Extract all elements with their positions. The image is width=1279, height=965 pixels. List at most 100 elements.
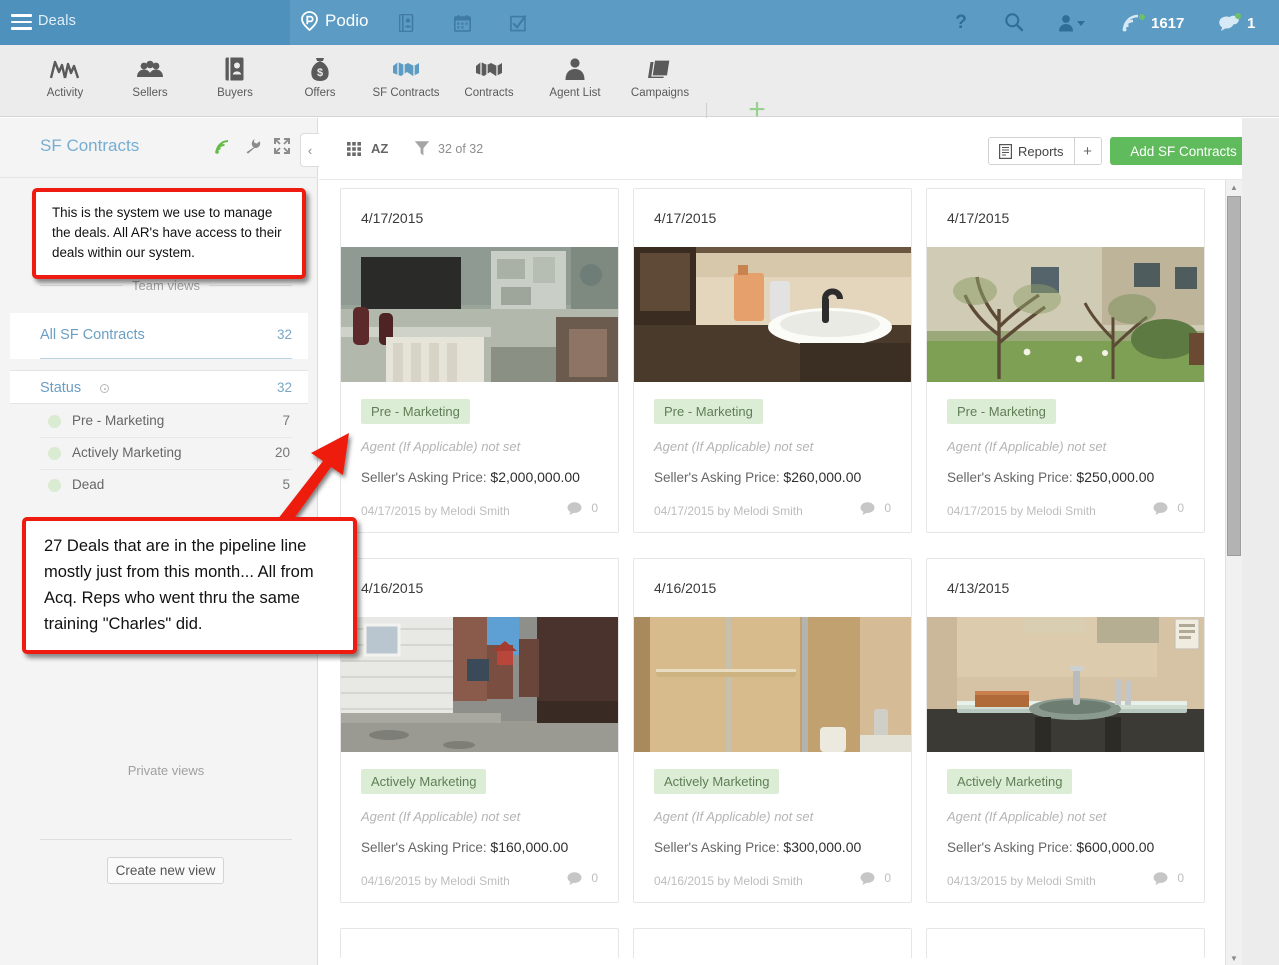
price-value: $600,000.00 xyxy=(1076,839,1155,855)
card-footer: 04/16/2015 by Melodi Smith 0 xyxy=(341,871,618,902)
status-badge: Actively Marketing xyxy=(654,769,780,794)
price-label: Seller's Asking Price: xyxy=(361,840,487,855)
card-meta: 04/16/2015 by Melodi Smith xyxy=(654,874,803,888)
workspace-title: Deals xyxy=(38,13,77,29)
stream-notifications[interactable]: 1617 xyxy=(1122,11,1184,35)
rss-feed-icon[interactable] xyxy=(215,139,231,159)
comment-count-group[interactable]: 0 xyxy=(567,871,598,885)
comment-count-group[interactable]: 0 xyxy=(1153,871,1184,885)
record-card[interactable] xyxy=(633,928,912,958)
comment-count-group[interactable]: 0 xyxy=(860,871,891,885)
card-meta: 04/17/2015 by Melodi Smith xyxy=(361,504,510,518)
record-card[interactable] xyxy=(340,928,619,958)
record-card[interactable]: 4/13/2015 Actively Marketing Agent (If A… xyxy=(926,558,1205,903)
scrollbar-thumb[interactable] xyxy=(1227,196,1241,556)
comment-count-group[interactable]: 0 xyxy=(860,501,891,515)
record-card[interactable]: 4/17/2015 Pre - Marketing Agent (If Appl… xyxy=(633,188,912,533)
svg-text:$: $ xyxy=(317,67,323,79)
card-meta: 04/13/2015 by Melodi Smith xyxy=(947,874,1096,888)
wrench-icon[interactable] xyxy=(244,138,261,159)
price-value: $300,000.00 xyxy=(783,839,862,855)
comment-bubble-icon xyxy=(567,871,582,885)
status-count: 7 xyxy=(282,413,290,428)
sidebar-item-dead[interactable]: Dead 5 xyxy=(40,470,292,502)
card-footer: 04/13/2015 by Melodi Smith 0 xyxy=(927,871,1204,902)
sidebar-app-title[interactable]: SF Contracts xyxy=(40,136,139,156)
app-item-contracts[interactable]: Contracts xyxy=(453,52,525,112)
stream-signal-icon xyxy=(1122,14,1145,32)
comment-count-group[interactable]: 0 xyxy=(1153,501,1184,515)
record-card[interactable]: 4/16/2015 Actively Marketing Agent (If A… xyxy=(633,558,912,903)
record-card[interactable]: 4/16/2015 Actively Marketing Agent (If A… xyxy=(340,558,619,903)
app-item-activity[interactable]: Activity xyxy=(29,52,101,112)
card-header: 4/17/2015 xyxy=(634,189,911,247)
sidebar-item-pre-marketing[interactable]: Pre - Marketing 7 xyxy=(40,406,292,438)
record-card[interactable]: 4/17/2015 Pre - Marketing Agent (If Appl… xyxy=(340,188,619,533)
podio-mark-icon xyxy=(301,11,318,31)
private-views-label: Private views xyxy=(127,763,205,778)
reports-label: Reports xyxy=(1018,143,1064,159)
podio-wordmark: Podio xyxy=(325,11,369,30)
card-thumbnail-bathroom-sink[interactable] xyxy=(634,247,911,382)
sidebar-item-all-sf-contracts[interactable]: All SF Contracts 32 xyxy=(10,313,308,359)
app-item-label: Sellers xyxy=(132,87,168,99)
record-card[interactable] xyxy=(926,928,1205,958)
app-item-campaigns[interactable]: Campaigns xyxy=(624,52,696,112)
annotation-pipeline-note: 27 Deals that are in the pipeline line m… xyxy=(22,517,357,654)
record-card[interactable]: 4/17/2015 Pre - Marketing Agent (If Appl… xyxy=(926,188,1205,533)
card-header: 4/13/2015 xyxy=(927,559,1204,617)
record-count-label[interactable]: 32 of 32 xyxy=(438,142,483,156)
app-navigation-bar: Activity Sellers Buyers $ Offers SF Cont… xyxy=(0,45,1279,149)
scroll-up-arrow-icon[interactable]: ▲ xyxy=(1226,180,1242,194)
app-item-sf-contracts[interactable]: SF Contracts xyxy=(362,52,450,112)
sort-az-button[interactable]: AZ xyxy=(371,141,388,156)
comment-count-group[interactable]: 0 xyxy=(567,501,598,515)
sidebar-divider xyxy=(40,839,292,840)
card-thumbnail-shower-door[interactable] xyxy=(634,617,911,752)
content-scrollbar[interactable]: ▲ ▼ xyxy=(1225,180,1242,965)
card-thumbnail-interior-dining-room[interactable] xyxy=(341,247,618,382)
scroll-down-arrow-icon[interactable]: ▼ xyxy=(1226,951,1242,965)
price-field: Seller's Asking Price: $160,000.00 xyxy=(361,839,598,855)
status-dot-icon xyxy=(48,479,61,492)
user-menu-icon[interactable] xyxy=(1058,12,1085,34)
app-item-agent-list[interactable]: Agent List xyxy=(539,52,611,112)
contacts-icon[interactable] xyxy=(393,12,419,34)
chat-notifications[interactable]: 1 xyxy=(1218,11,1255,35)
search-icon[interactable] xyxy=(1004,12,1028,34)
card-thumbnail-glass-vessel-sink[interactable] xyxy=(927,617,1204,752)
app-item-sellers[interactable]: Sellers xyxy=(114,52,186,112)
app-item-buyers[interactable]: Buyers xyxy=(199,52,271,112)
calendar-icon[interactable] xyxy=(449,12,475,34)
app-item-label: Buyers xyxy=(217,87,253,99)
expand-fullscreen-icon[interactable] xyxy=(274,138,290,159)
status-count: 5 xyxy=(282,477,290,492)
price-field: Seller's Asking Price: $600,000.00 xyxy=(947,839,1184,855)
reports-button[interactable]: Reports xyxy=(989,138,1075,164)
sellers-group-icon xyxy=(114,52,186,86)
collapse-sidebar-button[interactable]: ‹ xyxy=(300,133,319,167)
team-views-divider: Team views xyxy=(40,278,293,293)
create-new-view-button[interactable]: Create new view xyxy=(107,857,224,884)
app-item-offers[interactable]: $ Offers xyxy=(284,52,356,112)
podio-logo[interactable]: Podio xyxy=(300,11,368,31)
add-sf-contracts-button[interactable]: Add SF Contracts xyxy=(1110,137,1257,165)
add-report-button[interactable]: + xyxy=(1074,138,1101,164)
sidebar-item-actively-marketing[interactable]: Actively Marketing 20 xyxy=(40,438,292,470)
card-thumbnail-alley-driveway[interactable] xyxy=(341,617,618,752)
status-label: Dead xyxy=(72,477,105,492)
help-icon[interactable]: ? xyxy=(950,12,972,34)
chat-count: 1 xyxy=(1247,14,1256,32)
tasks-icon[interactable] xyxy=(505,12,531,34)
grid-view-icon[interactable] xyxy=(347,142,361,156)
settings-dot-icon[interactable] xyxy=(100,384,109,393)
price-value: $260,000.00 xyxy=(783,469,862,485)
hamburger-menu-icon[interactable] xyxy=(11,14,32,30)
divider-line-left xyxy=(40,285,124,286)
filter-funnel-icon[interactable] xyxy=(414,140,430,162)
sidebar-group-status[interactable]: Status 32 xyxy=(10,370,308,404)
card-thumbnail-house-exterior-trees[interactable] xyxy=(927,247,1204,382)
status-group-label: Status xyxy=(40,380,82,396)
handshake-icon xyxy=(362,52,450,86)
app-item-label: Activity xyxy=(46,87,84,99)
